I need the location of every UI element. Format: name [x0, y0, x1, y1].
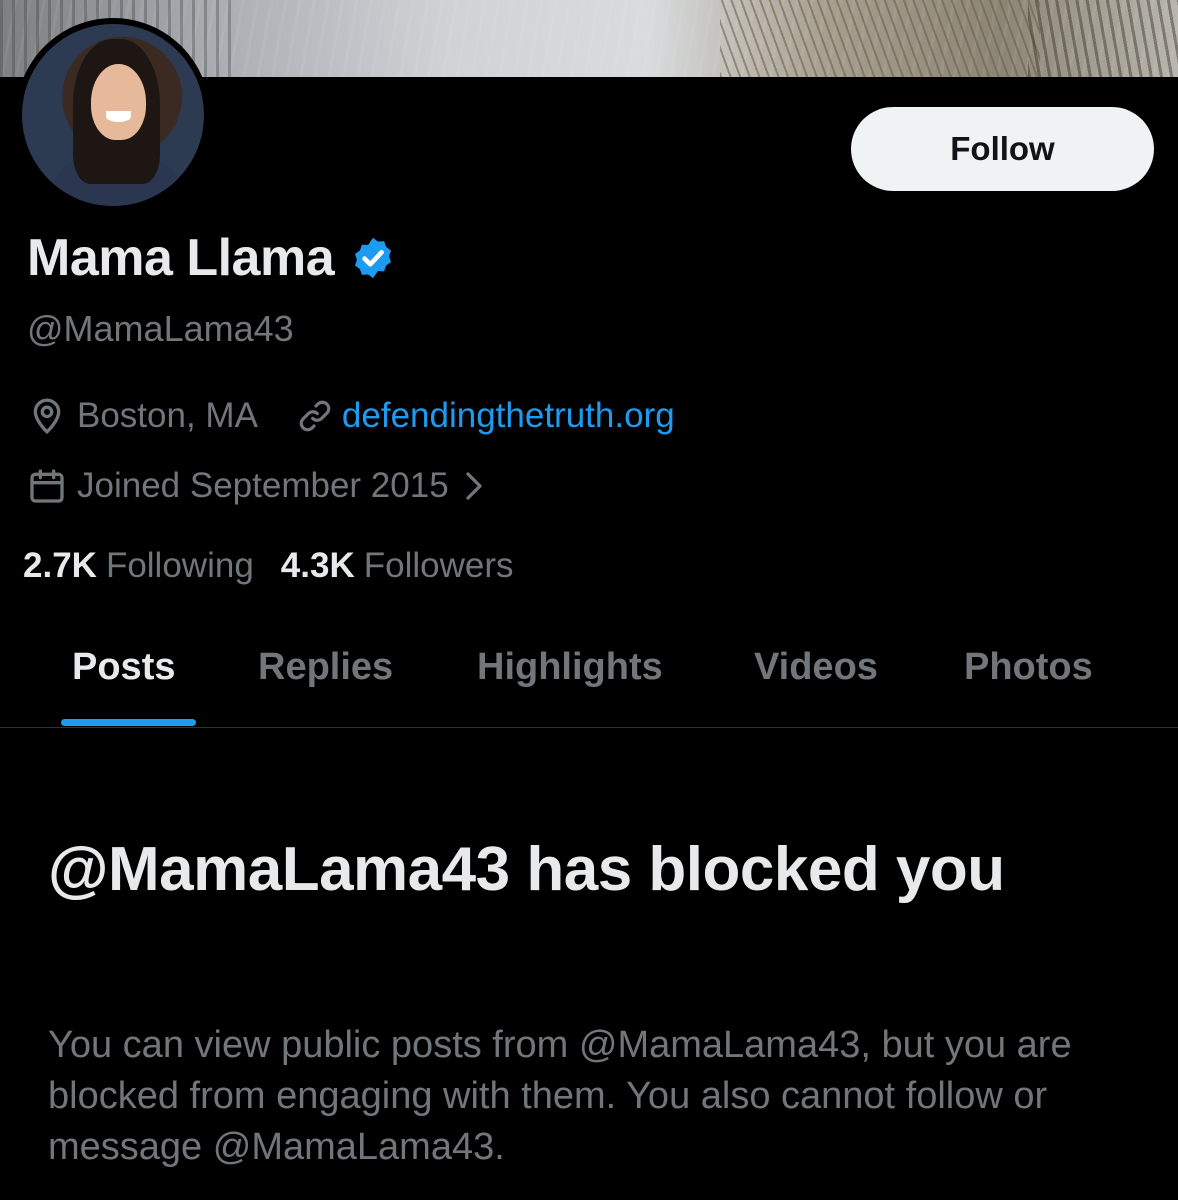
tab-highlights[interactable]: Highlights — [477, 646, 663, 689]
follow-stats: 2.7K Following 4.3K Followers — [23, 546, 514, 586]
chevron-right-icon — [466, 472, 482, 500]
following-label: Following — [105, 546, 254, 585]
link-icon — [299, 400, 331, 432]
joined-date: Joined September 2015 — [77, 466, 449, 505]
verified-badge-icon[interactable] — [350, 235, 396, 281]
profile-meta-row: Boston, MA defendingthetruth.org — [27, 396, 675, 436]
followers-label: Followers — [363, 546, 514, 585]
tab-videos[interactable]: Videos — [754, 646, 878, 689]
calendar-icon — [30, 469, 64, 503]
display-name-row: Mama Llama — [27, 228, 396, 288]
followers-count: 4.3K — [280, 546, 355, 585]
display-name: Mama Llama — [27, 229, 335, 287]
blocked-title: @MamaLama43 has blocked you — [48, 835, 1005, 904]
avatar-photo — [22, 24, 204, 206]
website-link[interactable]: defendingthetruth.org — [342, 396, 675, 436]
following-stat[interactable]: 2.7K Following — [23, 546, 254, 586]
profile-tabs: Posts Replies Highlights Videos Photos — [0, 620, 1178, 728]
profile-handle: @MamaLama43 — [27, 308, 294, 349]
active-tab-indicator — [61, 719, 196, 726]
blocked-description: You can view public posts from @MamaLama… — [48, 1024, 1072, 1168]
joined-row[interactable]: Joined September 2015 — [27, 466, 485, 506]
avatar[interactable] — [16, 18, 210, 212]
tab-photos[interactable]: Photos — [964, 646, 1093, 689]
avatar-face — [91, 64, 146, 141]
followers-stat[interactable]: 4.3K Followers — [281, 546, 514, 586]
banner-grass — [720, 0, 1040, 77]
tab-posts[interactable]: Posts — [72, 646, 175, 689]
location-text: Boston, MA — [77, 396, 258, 435]
follow-button[interactable]: Follow — [851, 107, 1154, 191]
following-count: 2.7K — [23, 546, 97, 585]
banner-fence-right — [1028, 0, 1178, 77]
profile-page: Follow Mama Llama @MamaLama43 Boston, MA… — [0, 0, 1178, 1200]
location-pin-icon — [33, 398, 61, 435]
tab-replies[interactable]: Replies — [258, 646, 393, 689]
